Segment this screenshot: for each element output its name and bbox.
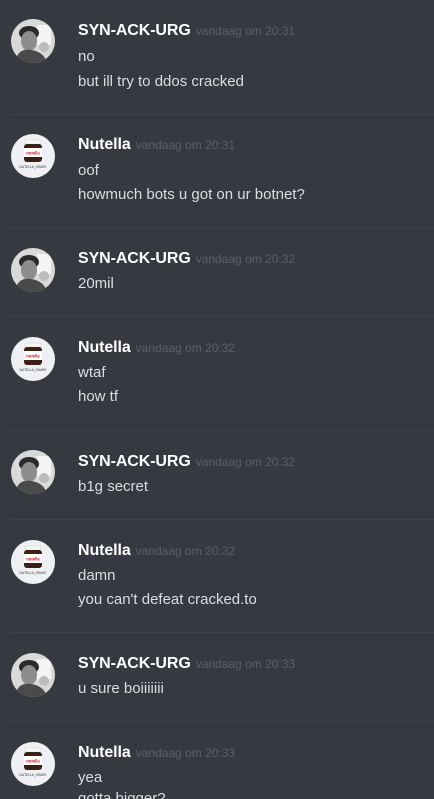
- nutella-jar-label: nutella: [26, 759, 40, 764]
- chat-messages: SYN-ACK-URG vandaag om 20:31 no but ill t…: [0, 0, 434, 799]
- message-divider: [10, 316, 434, 317]
- author-name[interactable]: SYN-ACK-URG: [78, 453, 191, 470]
- avatar-nutella[interactable]: nutella NUTELLA_SHAKE: [11, 134, 55, 178]
- avatar-nutella[interactable]: nutella NUTELLA_SHAKE: [11, 742, 55, 786]
- message-author[interactable]: SYN-ACK-URG vandaag om 20:33: [78, 655, 295, 673]
- message-timestamp: vandaag om 20:32: [135, 544, 236, 558]
- message-line: you can't defeat cracked.to: [78, 591, 257, 608]
- message-divider: [10, 227, 434, 228]
- author-name[interactable]: SYN-ACK-URG: [78, 655, 191, 672]
- message-author[interactable]: Nutella vandaag om 20:32: [78, 542, 235, 560]
- author-name[interactable]: SYN-ACK-URG: [78, 250, 191, 267]
- author-name[interactable]: Nutella: [78, 339, 131, 356]
- message-line: b1g secret: [78, 478, 149, 495]
- nutella-jar-label: nutella: [26, 557, 40, 562]
- avatar-nutella[interactable]: nutella NUTELLA_SHAKE: [11, 540, 55, 584]
- message-divider: [10, 721, 434, 722]
- message-line: howmuch bots u got on ur botnet?: [78, 186, 305, 203]
- message-line: wtaf: [78, 364, 106, 381]
- message-line: how tf: [78, 388, 119, 405]
- avatar-nutella[interactable]: nutella NUTELLA_SHAKE: [11, 337, 55, 381]
- avatar-caption: NUTELLA_SHAKE: [20, 571, 47, 575]
- message-author[interactable]: SYN-ACK-URG vandaag om 20:32: [78, 453, 295, 471]
- message-timestamp: vandaag om 20:31: [195, 24, 296, 38]
- message-timestamp: vandaag om 20:33: [195, 657, 296, 671]
- message-author[interactable]: Nutella vandaag om 20:32: [78, 339, 235, 357]
- avatar-syn-ack-urg[interactable]: [11, 248, 55, 292]
- author-name[interactable]: SYN-ACK-URG: [78, 22, 191, 39]
- avatar-syn-ack-urg[interactable]: [11, 450, 55, 494]
- message-line: damn: [78, 567, 116, 584]
- avatar-caption: NUTELLA_SHAKE: [20, 368, 47, 372]
- message-divider: [10, 632, 434, 633]
- author-name[interactable]: Nutella: [78, 136, 131, 153]
- avatar-syn-ack-urg[interactable]: [11, 653, 55, 697]
- message-divider: [10, 430, 434, 431]
- message-line: oof: [78, 162, 99, 179]
- message-author[interactable]: SYN-ACK-URG vandaag om 20:32: [78, 250, 295, 268]
- nutella-jar-label: nutella: [26, 151, 40, 156]
- message-timestamp: vandaag om 20:32: [195, 252, 296, 266]
- message-line: no: [78, 48, 95, 65]
- message-line: but ill try to ddos cracked: [78, 73, 244, 90]
- message-timestamp: vandaag om 20:31: [135, 138, 236, 152]
- message-author[interactable]: SYN-ACK-URG vandaag om 20:31: [78, 22, 295, 40]
- nutella-jar-label: nutella: [26, 354, 40, 359]
- message-author[interactable]: Nutella vandaag om 20:31: [78, 136, 235, 154]
- author-name[interactable]: Nutella: [78, 542, 131, 559]
- message-line: yea: [78, 769, 103, 786]
- avatar-syn-ack-urg[interactable]: [11, 19, 55, 63]
- message-divider: [10, 519, 434, 520]
- message-line: u sure boiiiiiii: [78, 680, 164, 697]
- message-author[interactable]: Nutella vandaag om 20:33: [78, 744, 235, 762]
- avatar-caption: NUTELLA_SHAKE: [20, 773, 47, 777]
- author-name[interactable]: Nutella: [78, 744, 131, 761]
- message-divider: [10, 114, 434, 115]
- message-timestamp: vandaag om 20:32: [135, 341, 236, 355]
- avatar-caption: NUTELLA_SHAKE: [20, 165, 47, 169]
- message-timestamp: vandaag om 20:33: [135, 746, 236, 760]
- message-line: 20mil: [78, 275, 114, 292]
- message-timestamp: vandaag om 20:32: [195, 455, 296, 469]
- message-line: gotta bigger?: [78, 790, 166, 799]
